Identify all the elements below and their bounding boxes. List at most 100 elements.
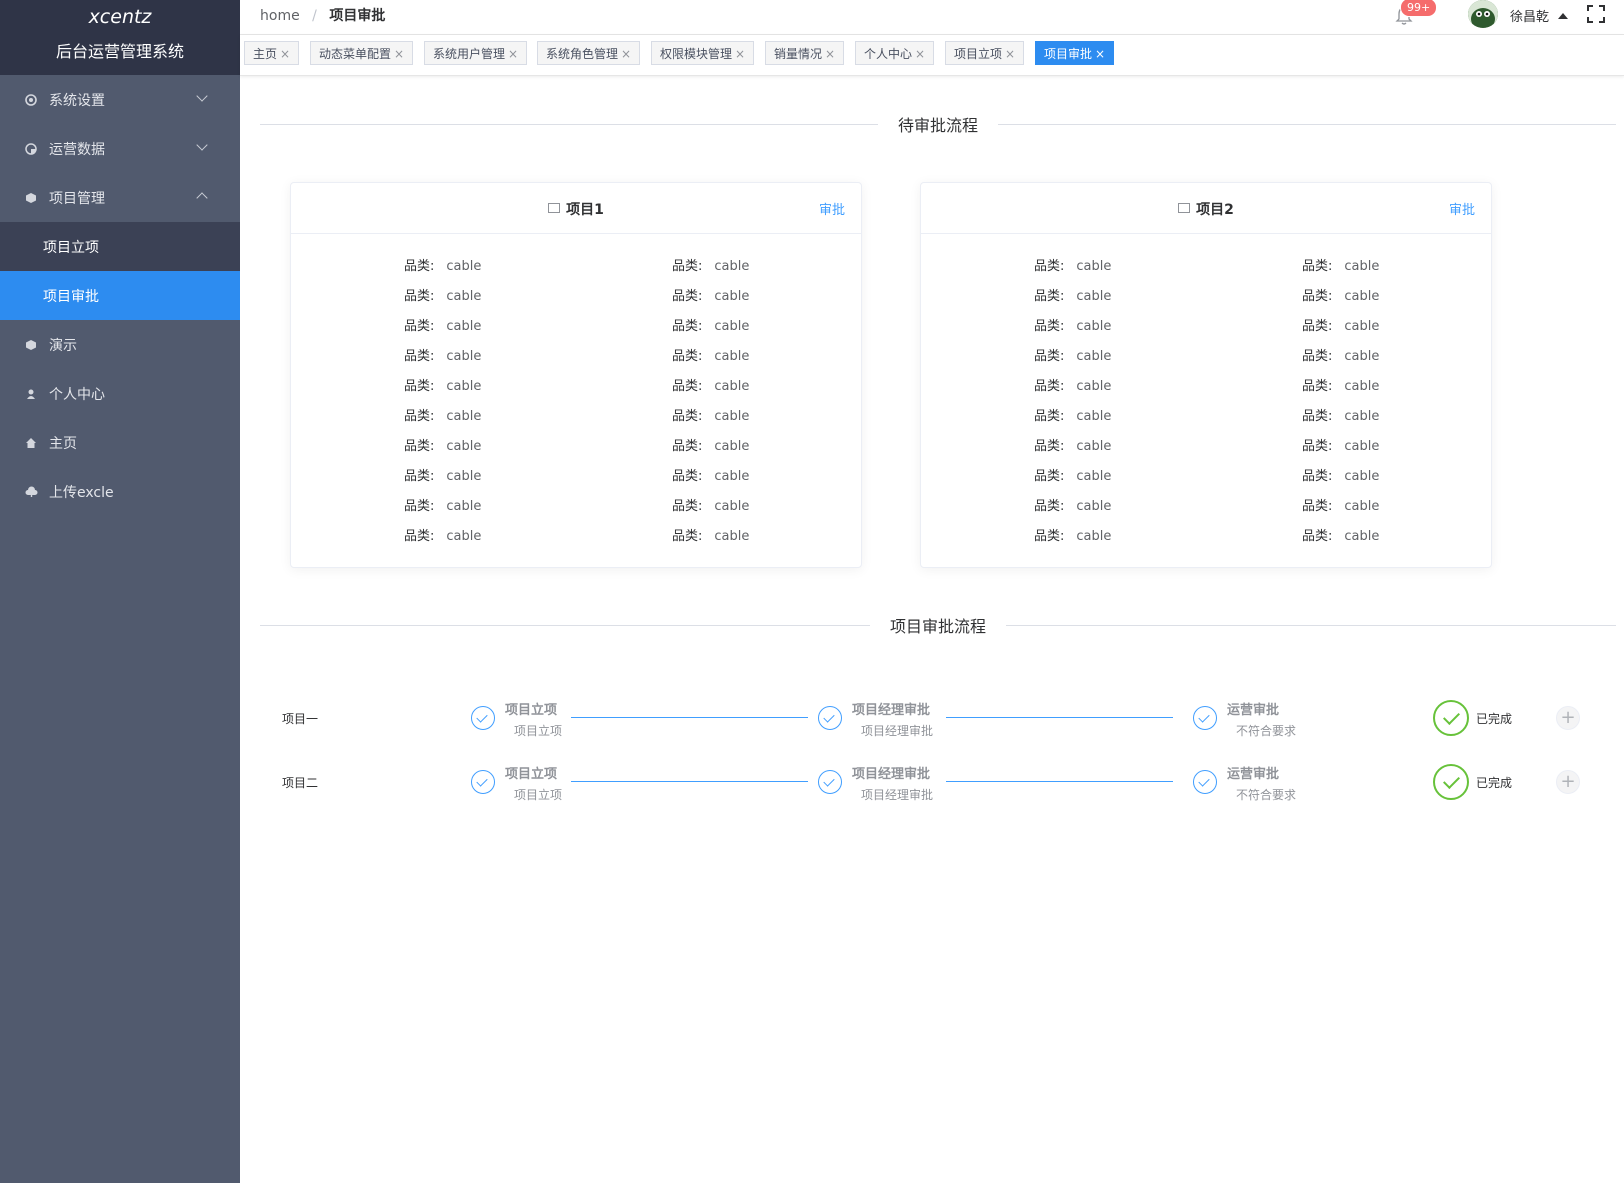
menu-item-label: 演示 [49, 337, 77, 354]
card-field: 品类: cable [1034, 375, 1111, 394]
card-field: 品类: cable [404, 465, 481, 484]
avatar[interactable] [1468, 0, 1498, 28]
breadcrumb-home[interactable]: home [260, 8, 300, 24]
field-key: 品类: [404, 499, 435, 514]
close-icon[interactable]: × [621, 47, 631, 61]
step-title: 项目立项 [505, 767, 558, 782]
field-value: cable [1344, 499, 1380, 514]
cube-icon [24, 191, 38, 205]
step-description: 项目经理审批 [861, 788, 934, 802]
field-value: cable [1344, 289, 1380, 304]
field-value: cable [1344, 349, 1380, 364]
approve-button[interactable]: 审批 [1449, 199, 1475, 218]
field-key: 品类: [672, 259, 703, 274]
menu-item-system-settings[interactable]: 系统设置 [0, 75, 240, 124]
card-field: 品类: cable [404, 405, 481, 424]
subitem-label: 项目审批 [43, 288, 99, 305]
sidebar-subitem-project-approval[interactable]: 项目审批 [0, 271, 240, 320]
project-card-1: 项目1 审批 品类: cable 品类: cable 品类: cable 品类: cable 品… [290, 182, 862, 568]
field-value: cable [1076, 469, 1112, 484]
check-circle-icon [1193, 706, 1217, 730]
tab-label: 系统角色管理 [546, 47, 619, 61]
settings-icon [24, 93, 38, 107]
close-icon[interactable]: × [1005, 47, 1015, 61]
field-key: 品类: [1302, 439, 1333, 454]
success-check-icon [1433, 764, 1469, 800]
menu-item-label: 个人中心 [49, 386, 105, 403]
add-button[interactable]: + [1556, 706, 1580, 730]
tab-home[interactable]: 主页 × [244, 41, 300, 65]
check-circle-icon [471, 770, 495, 794]
step-description: 项目经理审批 [861, 724, 934, 738]
check-circle-icon [818, 706, 842, 730]
close-icon[interactable]: × [825, 47, 835, 61]
card-field: 品类: cable [404, 495, 481, 514]
tab-dynamic-menu[interactable]: 动态菜单配置 × [310, 41, 414, 65]
menu-item-operation-data[interactable]: 运营数据 [0, 124, 240, 173]
username[interactable]: 徐昌乾 [1510, 6, 1549, 25]
field-key: 品类: [672, 499, 703, 514]
card-field: 品类: cable [404, 285, 481, 304]
field-key: 品类: [1034, 409, 1065, 424]
card-field: 品类: cable [1034, 315, 1111, 334]
sidebar-subitem-project-setup[interactable]: 项目立项 [0, 222, 240, 271]
tab-permission-modules[interactable]: 权限模块管理 × [651, 41, 755, 65]
card-title-text: 项目2 [1196, 202, 1234, 218]
brand-name: xcentz [88, 6, 152, 28]
field-value: cable [1344, 409, 1380, 424]
tab-sales[interactable]: 销量情况 × [765, 41, 845, 65]
card-title-text: 项目1 [566, 202, 604, 218]
close-icon[interactable]: × [735, 47, 745, 61]
field-value: cable [1344, 319, 1380, 334]
field-value: cable [1344, 259, 1380, 274]
card-field: 品类: cable [1034, 495, 1111, 514]
field-value: cable [714, 379, 750, 394]
field-value: cable [714, 439, 750, 454]
menu-item-upload-excel[interactable]: 上传excle [0, 467, 240, 516]
tab-system-users[interactable]: 系统用户管理 × [424, 41, 528, 65]
tab-project-setup[interactable]: 项目立项 × [945, 41, 1025, 65]
close-icon[interactable]: × [1095, 47, 1105, 61]
flow-title: 项目审批流程 [870, 613, 1007, 637]
field-key: 品类: [672, 319, 703, 334]
breadcrumb-separator: / [312, 8, 317, 24]
tab-label: 动态菜单配置 [319, 47, 392, 61]
step-title: 运营审批 [1227, 703, 1280, 718]
add-button[interactable]: + [1556, 770, 1580, 794]
field-value: cable [714, 349, 750, 364]
tab-personal-center[interactable]: 个人中心 × [855, 41, 935, 65]
field-value: cable [446, 319, 482, 334]
tab-system-roles[interactable]: 系统角色管理 × [537, 41, 641, 65]
field-value: cable [446, 409, 482, 424]
close-icon[interactable]: × [915, 47, 925, 61]
field-value: cable [714, 319, 750, 334]
approve-button[interactable]: 审批 [819, 199, 845, 218]
field-value: cable [714, 259, 750, 274]
card-field: 品类: cable [1302, 285, 1379, 304]
card-field: 品类: cable [1034, 285, 1111, 304]
menu-item-project-management[interactable]: 项目管理 [0, 173, 240, 222]
step-connector [571, 717, 808, 718]
field-value: cable [446, 289, 482, 304]
close-icon[interactable]: × [508, 47, 518, 61]
field-key: 品类: [404, 319, 435, 334]
tags-bar: 主页 × 动态菜单配置 × 系统用户管理 × 系统角色管理 × 权限模块管理 × 销量情况… [240, 35, 1624, 76]
caret-up-icon[interactable] [1558, 13, 1568, 19]
step-title: 运营审批 [1227, 767, 1280, 782]
card-field: 品类: cable [1302, 525, 1379, 544]
close-icon[interactable]: × [280, 47, 290, 61]
menu-item-home[interactable]: 主页 [0, 418, 240, 467]
tab-label: 系统用户管理 [433, 47, 506, 61]
close-icon[interactable]: × [394, 47, 404, 61]
card-field: 品类: cable [404, 525, 481, 544]
fullscreen-icon[interactable] [1587, 5, 1605, 23]
menu-item-demo[interactable]: 演示 [0, 320, 240, 369]
step-description: 不符合要求 [1236, 724, 1297, 738]
menu-item-personal-center[interactable]: 个人中心 [0, 369, 240, 418]
chevron-down-icon [196, 139, 208, 151]
breadcrumb-current: 项目审批 [329, 8, 386, 24]
card-title: 项目1 [291, 199, 861, 219]
card-field: 品类: cable [672, 315, 749, 334]
tab-project-approval[interactable]: 项目审批 × [1035, 41, 1115, 65]
card-field: 品类: cable [1302, 495, 1379, 514]
